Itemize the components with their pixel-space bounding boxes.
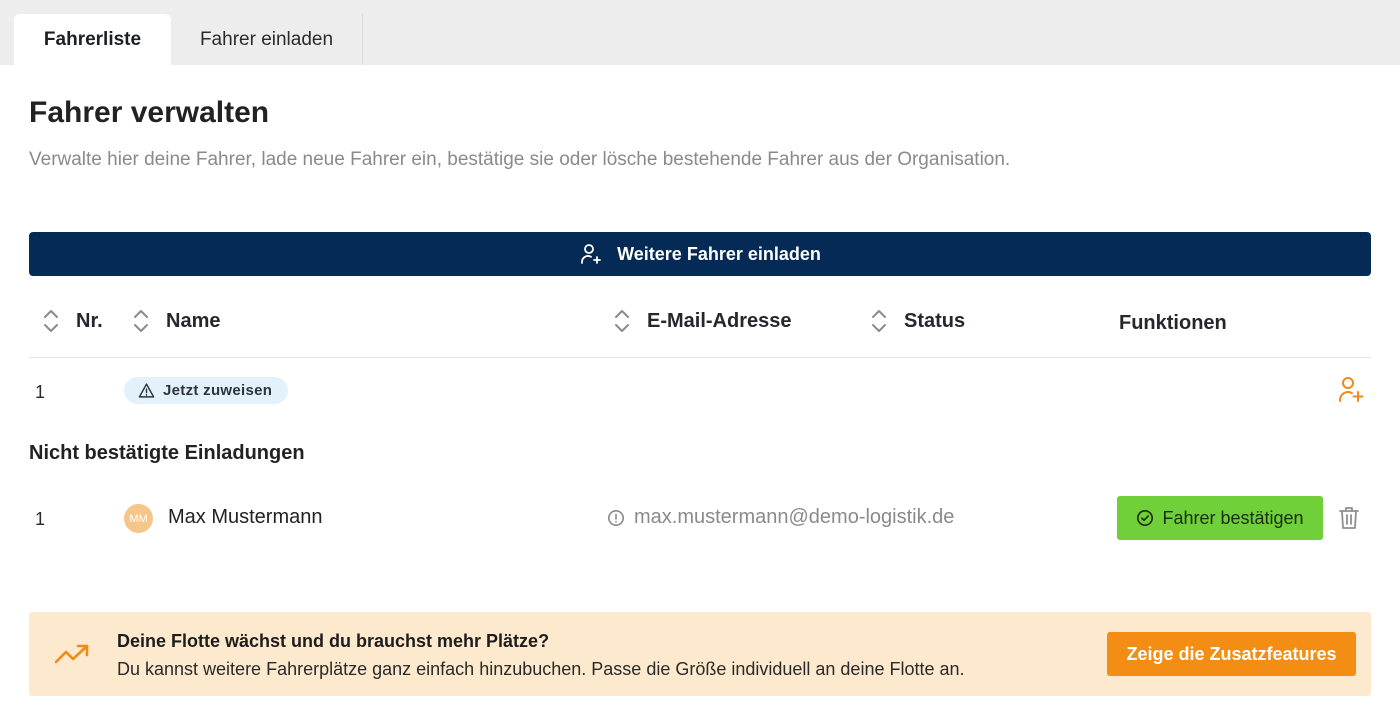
driver-email: max.mustermann@demo-logistik.de [607,506,954,529]
sort-icon[interactable] [132,307,150,335]
tab-fahrerliste[interactable]: Fahrerliste [14,14,171,65]
show-extra-features-button[interactable]: Zeige die Zusatzfeatures [1107,632,1356,676]
pending-row-nr: 1 [35,509,46,529]
sort-icon[interactable] [613,307,631,335]
upgrade-banner-title: Deine Flotte wächst und du brauchst mehr… [117,631,550,651]
upgrade-banner-text: Du kannst weitere Fahrerplätze ganz einf… [117,659,965,679]
column-header-name[interactable]: Name [132,307,220,335]
upgrade-banner: Deine Flotte wächst und du brauchst mehr… [29,612,1371,696]
trash-icon[interactable] [1337,505,1361,531]
assign-now-badge[interactable]: Jetzt zuweisen [124,377,289,404]
pending-invitations-title: Nicht bestätigte Einladungen [29,442,305,464]
confirm-driver-button[interactable]: Fahrer bestätigen [1117,496,1323,540]
column-header-functions: Funktionen [1119,309,1227,337]
column-header-nr[interactable]: Nr. [42,307,103,335]
invite-drivers-label: Weitere Fahrer einladen [617,243,821,264]
tab-fahrer-einladen[interactable]: Fahrer einladen [171,14,363,65]
table-row-nr: 1 [35,382,46,402]
driver-email-text: max.mustermann@demo-logistik.de [634,506,955,528]
column-header-email[interactable]: E-Mail-Adresse [613,307,792,335]
info-icon [607,509,625,526]
invite-drivers-button[interactable]: Weitere Fahrer einladen [29,232,1371,276]
sort-icon[interactable] [870,307,888,335]
user-plus-icon[interactable] [1337,375,1365,405]
table-header-divider [29,357,1371,358]
sort-icon[interactable] [42,307,60,335]
driver-name: Max Mustermann [168,506,323,528]
check-circle-icon [1137,509,1154,527]
column-header-nr-label: Nr. [76,309,103,332]
page-title: Fahrer verwalten [29,96,270,129]
avatar: MM [124,504,153,533]
warning-triangle-icon [138,383,155,398]
tab-bar: Fahrerliste Fahrer einladen [0,0,1400,65]
user-plus-icon [581,244,602,264]
trending-up-icon [54,644,89,664]
column-header-status-label: Status [904,309,966,332]
confirm-driver-label: Fahrer bestätigen [1162,507,1304,528]
column-header-email-label: E-Mail-Adresse [647,309,792,332]
page-subtitle: Verwalte hier deine Fahrer, lade neue Fa… [29,149,1011,170]
assign-now-label: Jetzt zuweisen [163,382,273,399]
column-header-name-label: Name [166,309,221,332]
column-header-status[interactable]: Status [870,307,965,335]
column-header-functions-label: Funktionen [1119,311,1227,334]
